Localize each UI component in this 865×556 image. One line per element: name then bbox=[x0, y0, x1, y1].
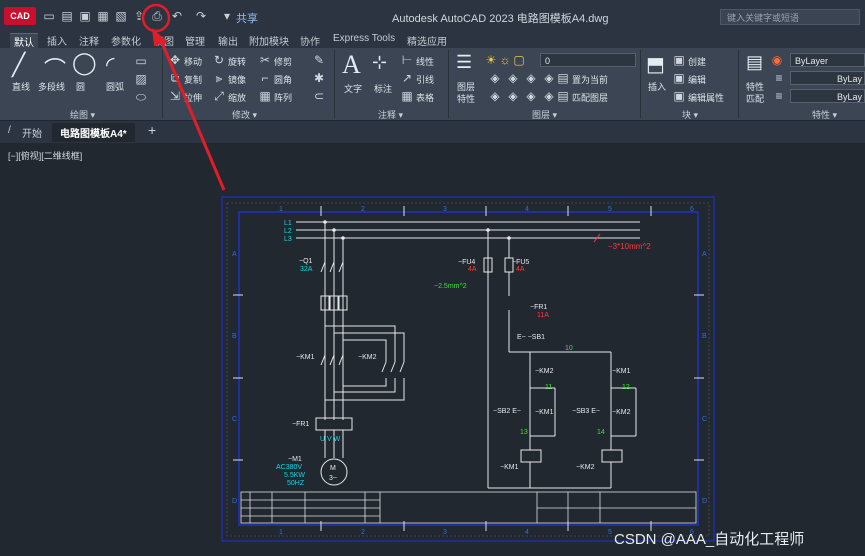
highlight-circle bbox=[141, 3, 171, 33]
watermark: CSDN @AAA_自动化工程师 bbox=[614, 531, 805, 548]
annotation-overlay bbox=[141, 3, 226, 191]
annotation-arrow-line bbox=[158, 37, 226, 191]
